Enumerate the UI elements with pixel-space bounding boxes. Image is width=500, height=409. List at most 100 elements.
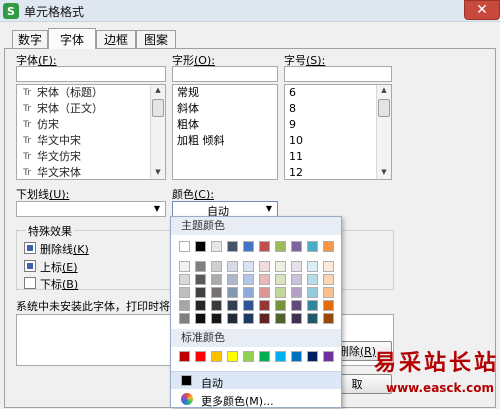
color-swatch[interactable] bbox=[291, 261, 302, 272]
color-swatch[interactable] bbox=[307, 261, 318, 272]
subscript-checkbox[interactable] bbox=[24, 277, 36, 289]
color-swatch[interactable] bbox=[307, 313, 318, 324]
font-name-input[interactable] bbox=[16, 66, 166, 82]
color-swatch[interactable] bbox=[211, 241, 222, 252]
automatic-color-option[interactable]: 自动 bbox=[171, 371, 341, 390]
color-swatch[interactable] bbox=[275, 351, 286, 362]
color-swatch[interactable] bbox=[243, 274, 254, 285]
strikethrough-checkbox[interactable] bbox=[24, 242, 36, 254]
color-swatch[interactable] bbox=[275, 261, 286, 272]
font-list-item[interactable]: Tr 仿宋 bbox=[17, 117, 165, 133]
color-swatch[interactable] bbox=[323, 241, 334, 252]
color-swatch[interactable] bbox=[323, 300, 334, 311]
font-list-item[interactable]: Tr 华文中宋 bbox=[17, 133, 165, 149]
color-swatch[interactable] bbox=[291, 300, 302, 311]
color-swatch[interactable] bbox=[211, 351, 222, 362]
font-list-item[interactable]: Tr 宋体（正文） bbox=[17, 101, 165, 117]
color-swatch[interactable] bbox=[323, 313, 334, 324]
color-swatch[interactable] bbox=[291, 241, 302, 252]
color-swatch[interactable] bbox=[259, 274, 270, 285]
color-swatch[interactable] bbox=[291, 313, 302, 324]
color-swatch[interactable] bbox=[179, 313, 190, 324]
scroll-down-icon[interactable]: ▼ bbox=[377, 168, 391, 176]
color-swatch[interactable] bbox=[227, 241, 238, 252]
color-swatch[interactable] bbox=[227, 313, 238, 324]
color-swatch[interactable] bbox=[307, 351, 318, 362]
color-swatch[interactable] bbox=[227, 351, 238, 362]
color-swatch[interactable] bbox=[243, 313, 254, 324]
color-swatch[interactable] bbox=[227, 300, 238, 311]
scroll-down-icon[interactable]: ▼ bbox=[151, 168, 165, 176]
color-swatch[interactable] bbox=[259, 300, 270, 311]
underline-select[interactable]: ▼ bbox=[16, 201, 166, 217]
color-swatch[interactable] bbox=[179, 261, 190, 272]
more-colors-option[interactable]: 更多颜色(M)... bbox=[171, 390, 341, 408]
color-swatch[interactable] bbox=[323, 274, 334, 285]
color-swatch[interactable] bbox=[259, 287, 270, 298]
size-list-scrollbar[interactable]: ▲ ▼ bbox=[376, 85, 391, 179]
superscript-checkbox[interactable] bbox=[24, 260, 36, 272]
color-swatch[interactable] bbox=[243, 351, 254, 362]
color-swatch[interactable] bbox=[195, 313, 206, 324]
color-swatch[interactable] bbox=[195, 351, 206, 362]
color-swatch[interactable] bbox=[195, 241, 206, 252]
color-swatch[interactable] bbox=[243, 241, 254, 252]
size-input[interactable] bbox=[284, 66, 392, 82]
color-swatch[interactable] bbox=[195, 300, 206, 311]
tab-pattern[interactable]: 图案 bbox=[136, 30, 176, 48]
color-swatch[interactable] bbox=[211, 300, 222, 311]
color-swatch[interactable] bbox=[227, 274, 238, 285]
style-list[interactable]: 常规 斜体 粗体 加粗 倾斜 bbox=[172, 84, 278, 180]
color-swatch[interactable] bbox=[307, 300, 318, 311]
color-swatch[interactable] bbox=[179, 287, 190, 298]
font-list-item[interactable]: Tr 华文宋体 bbox=[17, 165, 165, 179]
color-swatch[interactable] bbox=[243, 287, 254, 298]
color-swatch[interactable] bbox=[243, 261, 254, 272]
color-swatch[interactable] bbox=[307, 287, 318, 298]
color-swatch[interactable] bbox=[211, 261, 222, 272]
scroll-up-icon[interactable]: ▲ bbox=[151, 86, 165, 94]
color-swatch[interactable] bbox=[323, 261, 334, 272]
scroll-thumb[interactable] bbox=[378, 99, 390, 117]
color-swatch[interactable] bbox=[275, 274, 286, 285]
color-swatch[interactable] bbox=[323, 287, 334, 298]
color-swatch[interactable] bbox=[291, 351, 302, 362]
color-swatch[interactable] bbox=[195, 261, 206, 272]
color-swatch[interactable] bbox=[195, 274, 206, 285]
color-swatch[interactable] bbox=[179, 274, 190, 285]
style-list-item[interactable]: 粗体 bbox=[173, 117, 277, 133]
style-list-item[interactable]: 加粗 倾斜 bbox=[173, 133, 277, 149]
tab-font[interactable]: 字体 bbox=[48, 28, 96, 49]
color-swatch[interactable] bbox=[211, 287, 222, 298]
color-swatch[interactable] bbox=[195, 287, 206, 298]
color-swatch[interactable] bbox=[259, 351, 270, 362]
font-list[interactable]: Tr 宋体（标题） Tr 宋体（正文） Tr 仿宋 Tr 华文中宋 Tr 华文仿宋 Tr 华… bbox=[16, 84, 166, 180]
color-swatch[interactable] bbox=[259, 241, 270, 252]
color-swatch[interactable] bbox=[211, 313, 222, 324]
color-swatch[interactable] bbox=[227, 261, 238, 272]
color-swatch[interactable] bbox=[211, 274, 222, 285]
tab-border[interactable]: 边框 bbox=[96, 30, 136, 48]
tab-number[interactable]: 数字 bbox=[12, 30, 48, 48]
color-swatch[interactable] bbox=[307, 274, 318, 285]
font-list-item[interactable]: Tr 华文仿宋 bbox=[17, 149, 165, 165]
scroll-thumb[interactable] bbox=[152, 99, 164, 117]
font-list-item[interactable]: Tr 宋体（标题） bbox=[17, 85, 165, 101]
color-swatch[interactable] bbox=[259, 313, 270, 324]
color-swatch[interactable] bbox=[323, 351, 334, 362]
color-swatch[interactable] bbox=[275, 313, 286, 324]
color-swatch[interactable] bbox=[275, 287, 286, 298]
scroll-up-icon[interactable]: ▲ bbox=[377, 86, 391, 94]
color-swatch[interactable] bbox=[291, 287, 302, 298]
style-input[interactable] bbox=[172, 66, 278, 82]
font-list-scrollbar[interactable]: ▲ ▼ bbox=[150, 85, 165, 179]
color-swatch[interactable] bbox=[291, 274, 302, 285]
color-swatch[interactable] bbox=[179, 351, 190, 362]
color-swatch[interactable] bbox=[179, 241, 190, 252]
color-swatch[interactable] bbox=[275, 300, 286, 311]
color-swatch[interactable] bbox=[275, 241, 286, 252]
style-list-item[interactable]: 常规 bbox=[173, 85, 277, 101]
color-swatch[interactable] bbox=[259, 261, 270, 272]
color-swatch[interactable] bbox=[179, 300, 190, 311]
style-list-item[interactable]: 斜体 bbox=[173, 101, 277, 117]
